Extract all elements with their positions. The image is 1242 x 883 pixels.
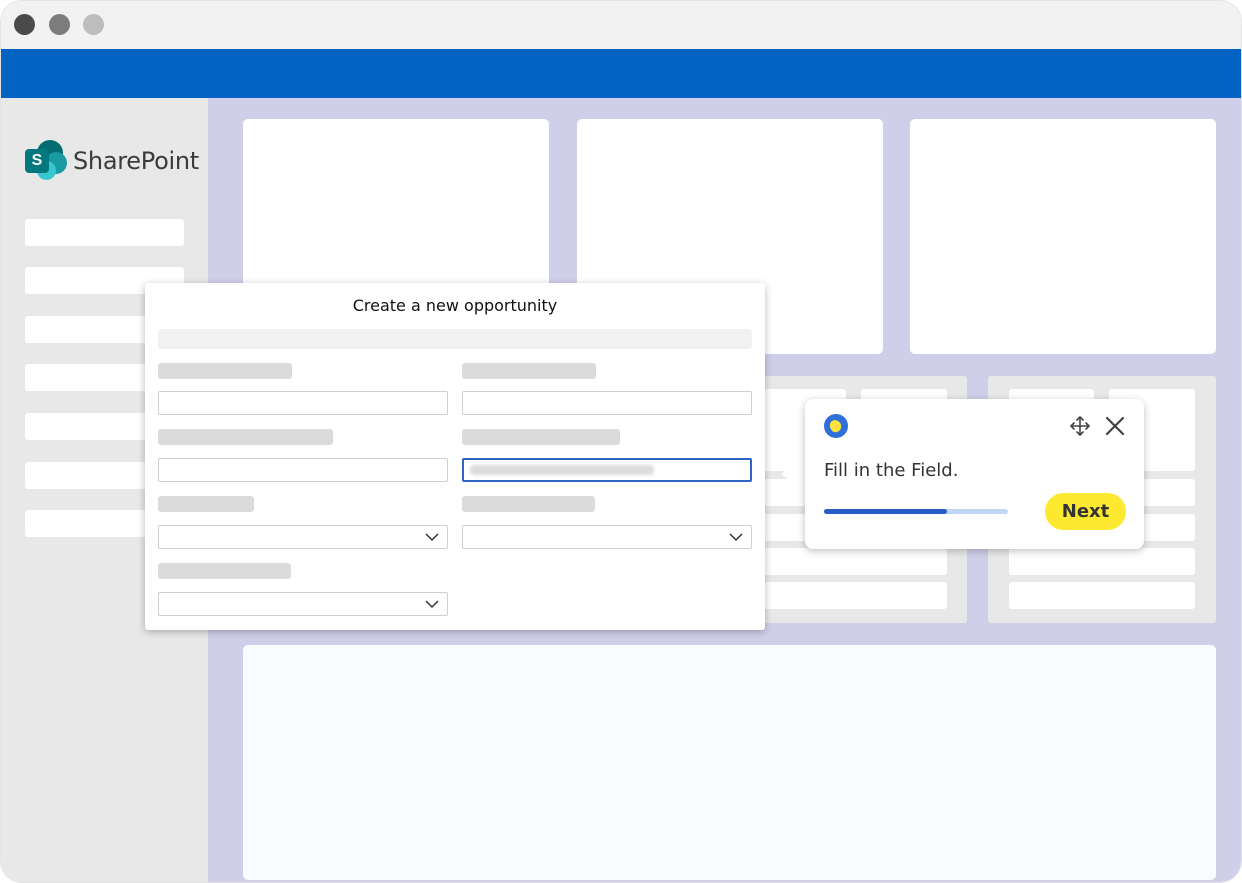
field-label — [462, 496, 595, 512]
window-close-dot[interactable] — [14, 14, 35, 35]
progress-bar — [824, 509, 1008, 514]
dashboard-card — [910, 119, 1216, 354]
chevron-down-icon — [425, 600, 439, 609]
dropdown-field[interactable] — [158, 592, 448, 616]
brand-name: SharePoint — [73, 147, 199, 175]
list-row — [1009, 548, 1195, 575]
chevron-down-icon — [425, 533, 439, 542]
whatfix-lemon-icon — [824, 414, 848, 438]
field-label — [462, 363, 596, 379]
window-minimize-dot[interactable] — [49, 14, 70, 35]
chevron-down-icon — [729, 533, 743, 542]
dropdown-field[interactable] — [462, 525, 752, 549]
progress-fill — [824, 509, 948, 514]
focused-text-field[interactable] — [462, 458, 752, 482]
title-bar — [1, 1, 1241, 49]
field-label — [462, 429, 620, 445]
close-icon[interactable] — [1103, 414, 1127, 438]
dialog-title: Create a new opportunity — [352, 296, 558, 315]
app-header-bar — [1, 49, 1241, 98]
move-icon[interactable] — [1069, 415, 1091, 437]
guide-tooltip: Fill in the Field. Next — [805, 399, 1144, 549]
field-label — [158, 496, 254, 512]
tooltip-message: Fill in the Field. — [824, 460, 959, 481]
text-field[interactable] — [462, 391, 752, 415]
field-label — [158, 563, 291, 579]
field-label — [158, 429, 333, 445]
bottom-card — [243, 645, 1216, 880]
text-field[interactable] — [158, 391, 448, 415]
text-field[interactable] — [158, 458, 448, 482]
sidebar-item[interactable] — [25, 219, 184, 246]
logo-letter: S — [25, 149, 49, 173]
list-row — [1009, 582, 1195, 609]
sharepoint-logo-icon: S — [25, 140, 69, 182]
create-opportunity-dialog: Create a new opportunity — [145, 283, 765, 630]
tooltip-pointer — [781, 456, 807, 494]
window-maximize-dot[interactable] — [83, 14, 104, 35]
brand[interactable]: S SharePoint — [25, 140, 199, 182]
list-row — [761, 548, 947, 575]
browser-window: S SharePoint Create a new opportunity Fi… — [0, 0, 1242, 883]
dialog-info-bar — [158, 329, 752, 349]
dropdown-field[interactable] — [158, 525, 448, 549]
list-row — [761, 582, 947, 609]
next-button[interactable]: Next — [1045, 493, 1126, 530]
field-value-placeholder — [470, 465, 654, 475]
field-label — [158, 363, 292, 379]
